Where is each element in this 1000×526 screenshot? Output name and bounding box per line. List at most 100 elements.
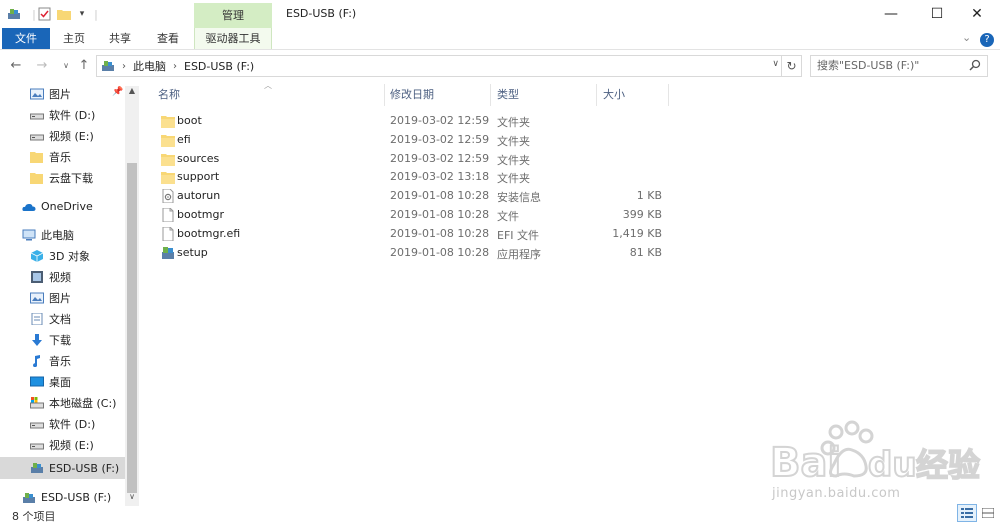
pin-icon[interactable]: 📌 (112, 87, 123, 97)
drive-app-icon[interactable] (6, 6, 22, 22)
nav-item-downloads[interactable]: 下载 (0, 329, 125, 350)
new-folder-icon[interactable] (56, 6, 72, 22)
nav-item-drive-d[interactable]: 软件 (D:) (0, 104, 125, 125)
column-divider[interactable] (596, 84, 597, 106)
nav-item-drive-e[interactable]: 视频 (E:) (0, 125, 125, 146)
file-size: 399 KB (622, 208, 662, 221)
file-size: 1,419 KB (612, 226, 662, 240)
column-header-name[interactable]: 名称 (158, 84, 180, 106)
file-row[interactable]: autorun 2019-01-08 10:28 安装信息 1 KB (150, 187, 670, 206)
column-divider[interactable] (384, 84, 385, 106)
address-bar[interactable]: › 此电脑 › ESD-USB (F:) ∨ (96, 55, 782, 77)
scrollbar-thumb[interactable] (127, 163, 137, 493)
nav-item-label: 此电脑 (41, 228, 74, 242)
search-input[interactable]: 搜索"ESD-USB (F:)" (810, 55, 988, 77)
column-header-size[interactable]: 大小 (603, 84, 625, 106)
file-type: EFI 文件 (497, 228, 540, 242)
file-row[interactable]: sources 2019-03-02 12:59 文件夹 (150, 150, 670, 169)
tab-drive-tools[interactable]: 驱动器工具 (194, 28, 272, 49)
search-icon[interactable] (969, 59, 981, 71)
nav-item-drive-c[interactable]: 本地磁盘 (C:) (0, 392, 125, 413)
3d-objects-icon (30, 249, 44, 262)
close-button[interactable]: ✕ (954, 0, 1000, 28)
file-type: 文件 (497, 210, 519, 223)
nav-item-3d-objects[interactable]: 3D 对象 (0, 245, 125, 266)
column-header-type[interactable]: 类型 (497, 84, 519, 106)
nav-item-cloud-downloads[interactable]: 云盘下载 (0, 167, 125, 188)
nav-item-this-pc[interactable]: 此电脑 (0, 224, 125, 245)
this-pc-icon (102, 61, 114, 71)
file-type: 文件夹 (497, 116, 530, 129)
file-row[interactable]: bootmgr.efi 2019-01-08 10:28 EFI 文件 1,419 K… (150, 225, 670, 244)
usb-drive-icon (23, 492, 35, 503)
breadcrumb-chevron-icon[interactable]: › (173, 61, 177, 72)
nav-item-pictures[interactable]: 图片 (0, 83, 125, 104)
file-row[interactable]: boot 2019-03-02 12:59 文件夹 (150, 112, 670, 131)
nav-item-videos[interactable]: 视频 (0, 266, 125, 287)
nav-item-drive-e-pc[interactable]: 视频 (E:) (0, 434, 125, 455)
nav-pane-scrollbar[interactable]: ▲ ∨ (125, 86, 139, 506)
nav-item-usb-root[interactable]: ESD-USB (F:) (0, 487, 125, 508)
file-date: 2019-01-08 10:28 (390, 245, 490, 259)
recent-locations-icon[interactable]: ∨ (58, 55, 74, 77)
file-name: setup (177, 245, 208, 259)
nav-item-drive-d-pc[interactable]: 软件 (D:) (0, 413, 125, 434)
tab-home[interactable]: 主页 (58, 28, 90, 49)
folder-icon (30, 172, 43, 184)
nav-item-pictures-pc[interactable]: 图片 (0, 287, 125, 308)
nav-item-label: 软件 (D:) (49, 417, 96, 431)
up-icon[interactable]: ↑ (76, 55, 92, 77)
nav-item-label: ESD-USB (F:) (49, 461, 120, 475)
file-date: 2019-03-02 12:59 (390, 132, 490, 146)
setup-app-icon (162, 246, 174, 259)
nav-item-label: 云盘下载 (49, 171, 93, 185)
column-header-date[interactable]: 修改日期 (390, 84, 434, 106)
nav-item-label: OneDrive (41, 200, 93, 213)
nav-item-music-folder[interactable]: 音乐 (0, 146, 125, 167)
title-bar: | ▾ | 管理 ESD-USB (F:) — ☐ ✕ (0, 0, 1000, 28)
breadcrumb-esd-usb[interactable]: ESD-USB (F:) (184, 60, 254, 73)
nav-item-music[interactable]: 音乐 (0, 350, 125, 371)
scroll-down-icon[interactable]: ∨ (125, 492, 139, 501)
scroll-up-icon[interactable]: ▲ (125, 86, 139, 95)
column-divider[interactable] (490, 84, 491, 106)
status-item-count: 8 个项目 (12, 510, 56, 523)
breadcrumb-this-pc[interactable]: 此电脑 (133, 58, 166, 74)
minimize-button[interactable]: — (868, 0, 914, 28)
file-date: 2019-01-08 10:28 (390, 189, 490, 203)
nav-item-label: 音乐 (49, 150, 71, 164)
file-type: 安装信息 (497, 191, 541, 205)
back-icon[interactable]: ← (8, 55, 24, 77)
drive-icon (30, 113, 44, 119)
file-row[interactable]: support 2019-03-02 13:18 文件夹 (150, 168, 670, 187)
videos-icon (31, 270, 43, 283)
pictures-icon (30, 88, 44, 99)
file-type: 应用程序 (497, 247, 541, 261)
nav-item-usb-selected[interactable]: ESD-USB (F:) (0, 457, 125, 479)
nav-item-onedrive[interactable]: OneDrive (0, 196, 125, 217)
breadcrumb-chevron-icon[interactable]: › (122, 61, 126, 72)
settings-file-icon (162, 189, 174, 204)
tab-view[interactable]: 查看 (152, 28, 184, 49)
file-row[interactable]: bootmgr 2019-01-08 10:28 文件 399 KB (150, 206, 670, 225)
file-size: 1 KB (636, 189, 662, 203)
nav-item-documents[interactable]: 文档 (0, 308, 125, 329)
column-divider[interactable] (668, 84, 669, 106)
drive-icon (30, 422, 44, 428)
file-row[interactable]: setup 2019-01-08 10:28 应用程序 81 KB (150, 244, 670, 263)
nav-item-label: 图片 (49, 87, 71, 101)
folder-icon (30, 151, 43, 163)
help-icon[interactable]: ? (980, 33, 994, 47)
nav-item-desktop[interactable]: 桌面 (0, 371, 125, 392)
folder-icon (161, 172, 175, 185)
tab-share[interactable]: 共享 (104, 28, 136, 49)
file-icon (162, 208, 174, 222)
refresh-icon[interactable]: ↻ (782, 55, 802, 77)
properties-icon[interactable] (36, 6, 52, 22)
forward-icon[interactable]: → (34, 55, 50, 77)
address-dropdown-icon[interactable]: ∨ (772, 59, 779, 69)
expand-ribbon-icon[interactable]: ⌄ (962, 31, 971, 44)
nav-item-label: 软件 (D:) (49, 108, 96, 122)
tab-file[interactable]: 文件 (2, 28, 50, 49)
file-row[interactable]: efi 2019-03-02 12:59 文件夹 (150, 131, 670, 150)
